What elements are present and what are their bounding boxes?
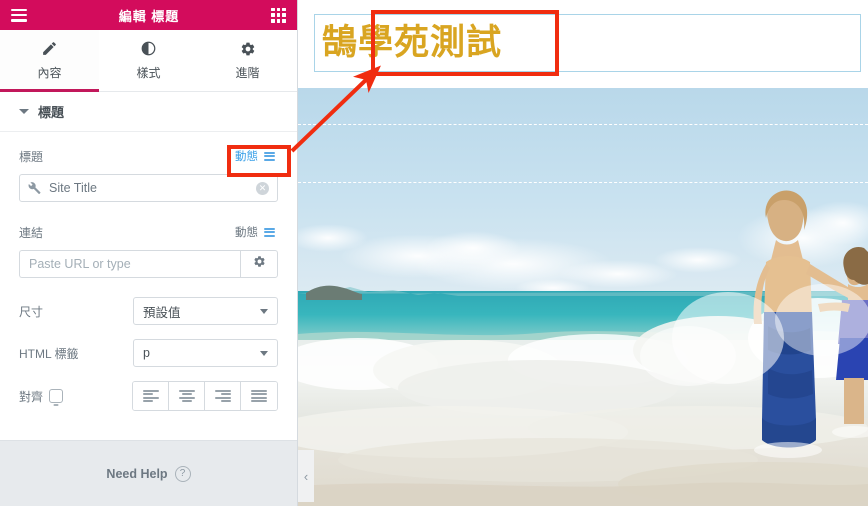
section-title-header[interactable]: 標題 [0,92,297,132]
desktop-monitor-icon[interactable] [49,389,64,403]
editor-panel: 編輯 標題 內容 樣式 進階 標題 標題 動態 Site Title ✕ 連結 … [0,0,298,506]
title-dynamic-label: 動態 [235,151,258,163]
link-url-input[interactable]: Paste URL or type [19,250,240,278]
wrench-icon [28,181,41,195]
title-input-value: Site Title [49,181,97,195]
tab-content-label: 內容 [37,66,62,80]
html-tag-select-value: p [143,346,150,360]
panel-title: 編輯 標題 [118,8,180,24]
dynamic-tags-icon [264,151,275,161]
control-align-label: 對齊 [19,388,64,405]
question-circle-icon[interactable]: ? [174,465,191,482]
size-select-value: 預設值 [143,305,181,320]
align-left-button[interactable] [133,382,169,410]
title-dynamic-button[interactable]: 動態 [232,146,278,166]
link-dynamic-label: 動態 [235,227,258,239]
section-title-label: 標題 [38,105,65,120]
control-align: 對齊 [0,367,297,411]
elementor-editor: 編輯 標題 內容 樣式 進階 標題 標題 動態 Site Title ✕ 連結 … [0,0,868,506]
align-left-icon [142,388,159,404]
hero-image[interactable]: ‹ [298,88,868,506]
link-url-placeholder: Paste URL or type [29,257,131,271]
link-options-button[interactable] [240,250,278,278]
align-center-icon [178,388,195,404]
panel-header: 編輯 標題 [0,0,297,30]
dynamic-tags-icon [264,227,275,237]
pencil-icon [41,40,58,57]
control-link-label: 連結 [19,225,44,240]
beach-photo-illustration [298,88,868,506]
size-select[interactable]: 預設值 [133,297,278,325]
gear-icon [240,40,256,57]
control-link: 連結 動態 Paste URL or type [0,202,297,278]
align-button-group [132,381,278,411]
control-align-text: 對齊 [19,389,44,404]
contrast-circle-icon [141,40,156,57]
tab-style-label: 樣式 [136,66,161,80]
chevron-down-icon [260,308,268,314]
panel-tabs: 內容 樣式 進階 [0,30,297,92]
control-size: 尺寸 預設值 [0,278,297,325]
page-preview: 鵠學苑測試 ‹ [298,0,868,506]
html-tag-select[interactable]: p [133,339,278,367]
align-center-button[interactable] [169,382,205,410]
tab-advanced-label: 進階 [235,66,260,80]
title-input[interactable]: Site Title ✕ [19,174,278,202]
section-boundary-line-bottom [298,182,868,183]
section-boundary-line-top [298,124,868,125]
control-title: 標題 動態 Site Title ✕ [0,132,297,202]
site-title-text[interactable]: 鵠學苑測試 [322,17,502,69]
caret-down-icon [19,109,29,114]
gear-icon [253,255,266,273]
panel-collapse-handle[interactable]: ‹ [298,450,314,502]
control-title-label: 標題 [19,149,44,164]
control-size-label: 尺寸 [19,304,44,319]
align-right-icon [214,388,231,404]
site-title-section: 鵠學苑測試 [298,0,868,88]
control-html-tag-label: HTML 標籤 [19,346,79,361]
clear-circle-icon[interactable]: ✕ [256,181,269,195]
chevron-down-icon [260,350,268,356]
need-help-footer[interactable]: Need Help ? [0,440,297,506]
align-justify-button[interactable] [241,382,277,410]
hamburger-menu-icon[interactable] [11,8,27,22]
widgets-grid-icon[interactable] [271,7,286,23]
align-justify-icon [251,388,267,404]
link-dynamic-button[interactable]: 動態 [232,222,278,242]
tab-style[interactable]: 樣式 [99,30,198,91]
tab-advanced[interactable]: 進階 [198,30,297,91]
panel-controls: 標題 標題 動態 Site Title ✕ 連結 動態 Paste URL or… [0,92,297,440]
need-help-label: Need Help [106,466,168,481]
control-html-tag: HTML 標籤 p [0,325,297,367]
tab-content[interactable]: 內容 [0,30,99,92]
align-right-button[interactable] [205,382,241,410]
